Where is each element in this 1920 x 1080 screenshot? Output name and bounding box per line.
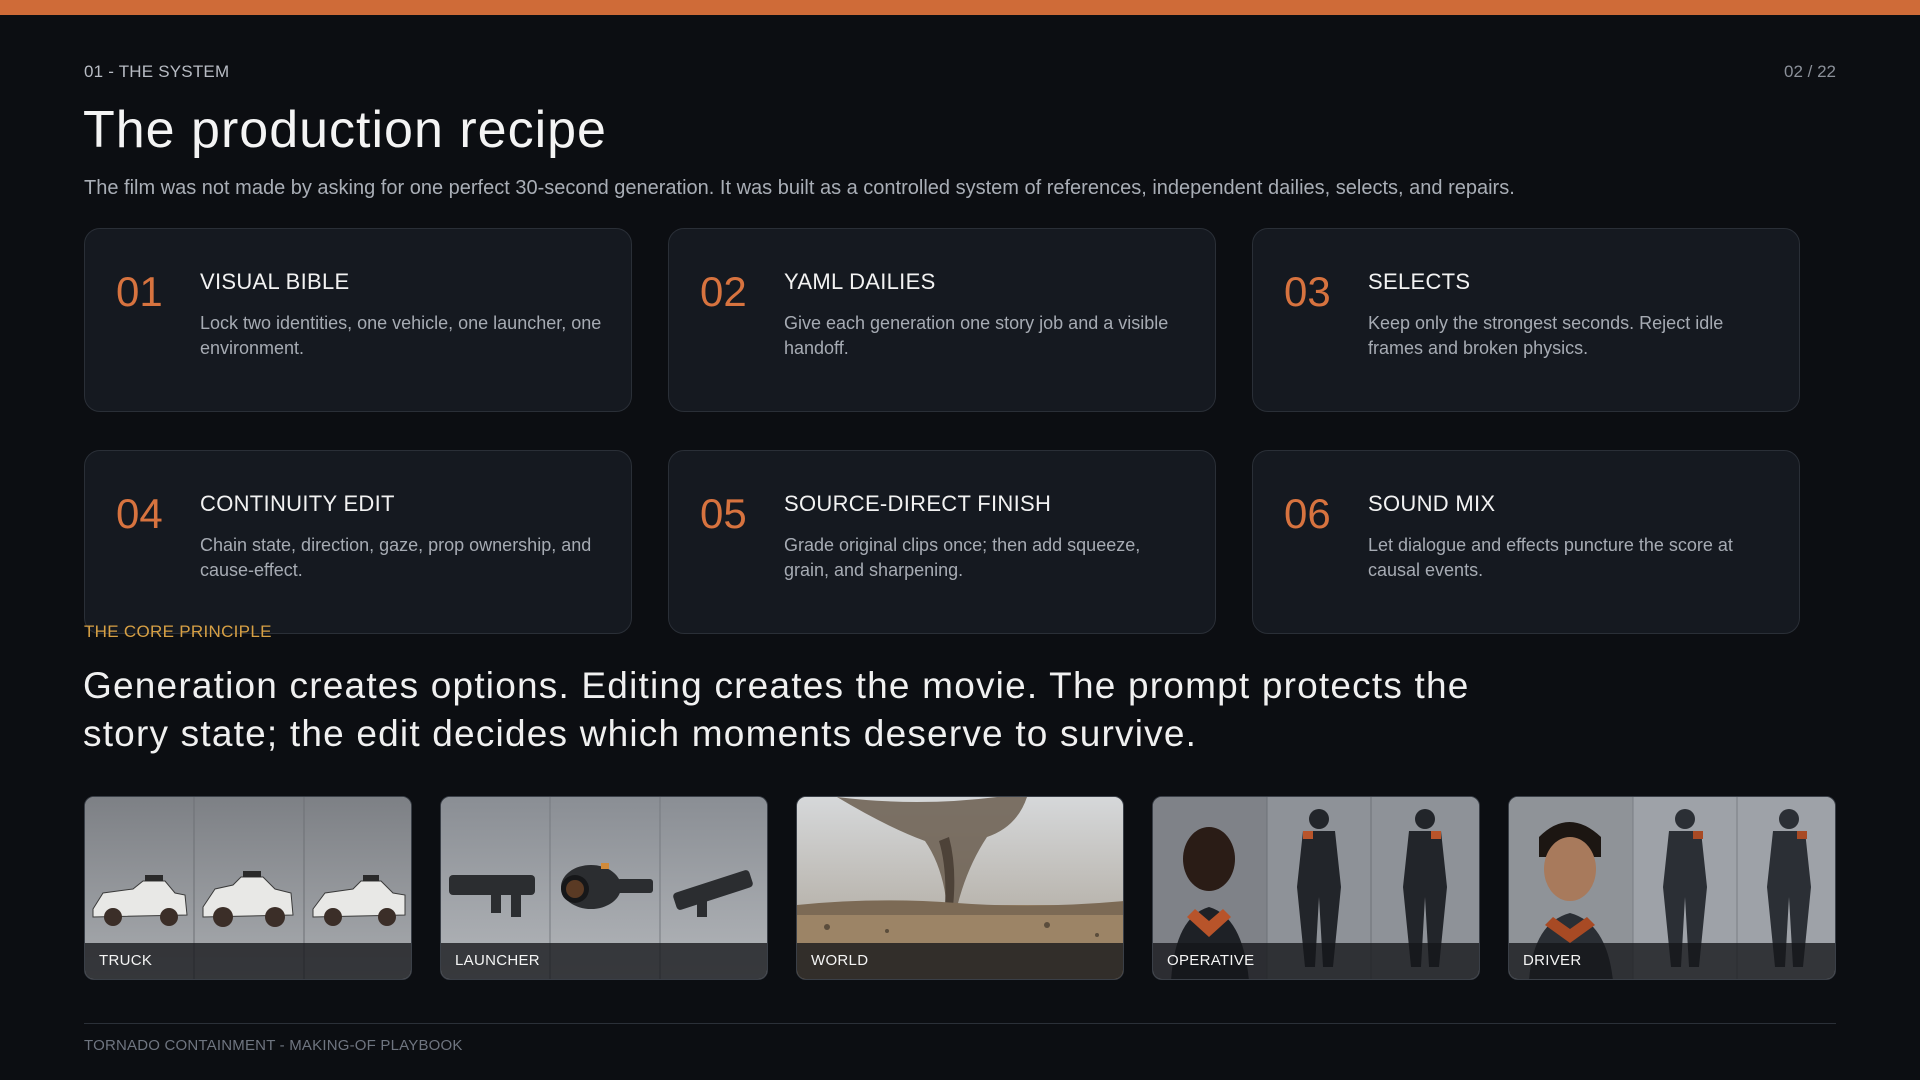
thumb-caption: TRUCK bbox=[85, 943, 411, 979]
step-card-continuity-edit: 04 CONTINUITY EDIT Chain state, directio… bbox=[84, 450, 632, 634]
reference-thumb-driver[interactable]: DRIVER bbox=[1508, 796, 1836, 980]
thumb-caption: WORLD bbox=[797, 943, 1123, 979]
step-title: VISUAL BIBLE bbox=[200, 269, 350, 294]
step-number: 06 bbox=[1284, 490, 1331, 537]
step-card-visual-bible: 01 VISUAL BIBLE Lock two identities, one… bbox=[84, 228, 632, 412]
step-title: SOUND MIX bbox=[1368, 491, 1496, 516]
footer-text: TORNADO CONTAINMENT - MAKING-OF PLAYBOOK bbox=[84, 1037, 463, 1054]
step-description: Give each generation one story job and a… bbox=[784, 313, 1169, 358]
step-title: YAML DAILIES bbox=[784, 269, 936, 294]
page-counter: 02 / 22 bbox=[1784, 62, 1836, 81]
reference-thumb-operative[interactable]: OPERATIVE bbox=[1152, 796, 1480, 980]
thumb-caption: DRIVER bbox=[1509, 943, 1835, 979]
step-number: 01 bbox=[116, 268, 163, 315]
page-subtitle: The film was not made by asking for one … bbox=[84, 177, 1515, 199]
step-title: SELECTS bbox=[1368, 269, 1471, 294]
footer-divider bbox=[84, 1023, 1836, 1024]
reference-thumb-launcher[interactable]: LAUNCHER bbox=[440, 796, 768, 980]
thumb-caption: LAUNCHER bbox=[441, 943, 767, 979]
step-title: SOURCE-DIRECT FINISH bbox=[784, 491, 1052, 516]
page-title: The production recipe bbox=[83, 101, 607, 159]
step-number: 03 bbox=[1284, 268, 1331, 315]
principle-statement: Generation creates options. Editing crea… bbox=[83, 665, 1470, 754]
step-description: Chain state, direction, gaze, prop owner… bbox=[200, 535, 592, 580]
principle-label: THE CORE PRINCIPLE bbox=[84, 622, 272, 641]
step-description: Lock two identities, one vehicle, one la… bbox=[200, 313, 602, 358]
step-card-sound-mix: 06 SOUND MIX Let dialogue and effects pu… bbox=[1252, 450, 1800, 634]
step-number: 05 bbox=[700, 490, 747, 537]
accent-top-bar bbox=[0, 0, 1920, 15]
step-card-source-direct-finish: 05 SOURCE-DIRECT FINISH Grade original c… bbox=[668, 450, 1216, 634]
step-description: Keep only the strongest seconds. Reject … bbox=[1368, 313, 1724, 358]
reference-thumb-world[interactable]: WORLD bbox=[796, 796, 1124, 980]
thumb-caption: OPERATIVE bbox=[1153, 943, 1479, 979]
step-card-yaml-dailies: 02 YAML DAILIES Give each generation one… bbox=[668, 228, 1216, 412]
step-description: Grade original clips once; then add sque… bbox=[784, 535, 1141, 580]
step-title: CONTINUITY EDIT bbox=[200, 491, 395, 516]
step-description: Let dialogue and effects puncture the sc… bbox=[1368, 535, 1733, 580]
step-card-selects: 03 SELECTS Keep only the strongest secon… bbox=[1252, 228, 1800, 412]
reference-thumb-truck[interactable]: TRUCK bbox=[84, 796, 412, 980]
section-label: 01 - THE SYSTEM bbox=[84, 62, 230, 81]
step-number: 04 bbox=[116, 490, 163, 537]
step-number: 02 bbox=[700, 268, 747, 315]
